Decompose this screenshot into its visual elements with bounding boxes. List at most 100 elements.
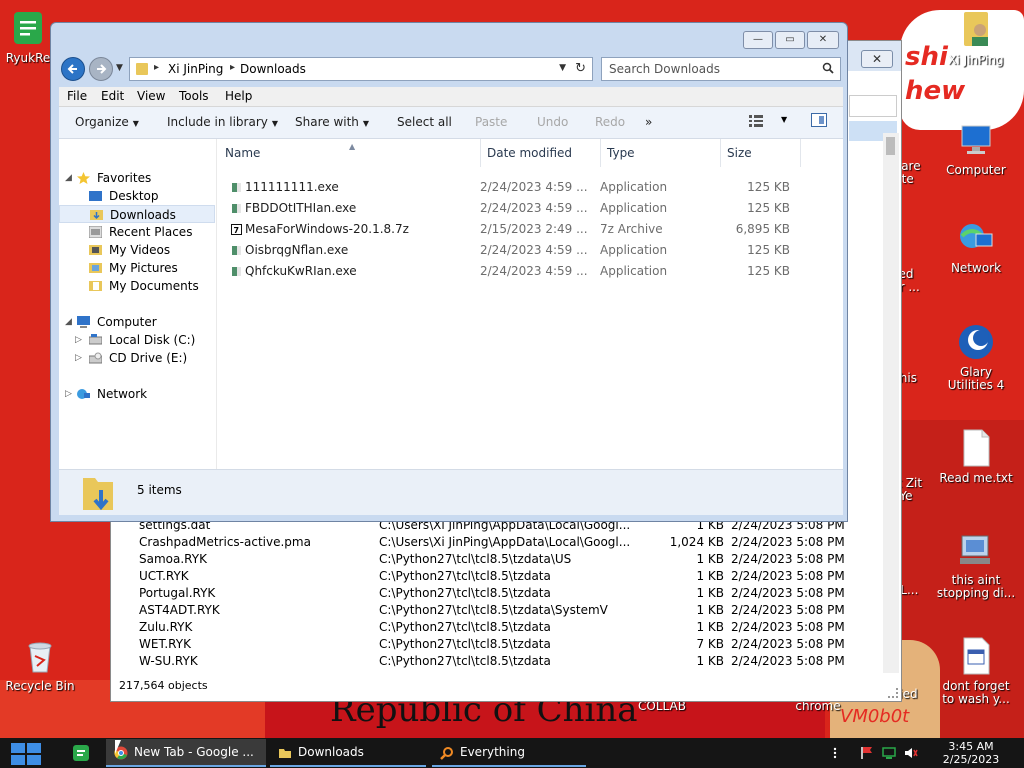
refresh-icon[interactable]: ↻ bbox=[575, 61, 586, 76]
nav-my-videos[interactable]: My Videos bbox=[59, 241, 215, 259]
nav-recent-places[interactable]: Recent Places bbox=[59, 223, 215, 241]
desktop-icon-ryukreadme[interactable]: RyukRe bbox=[0, 8, 56, 65]
menu-view[interactable]: View bbox=[137, 89, 165, 103]
nav-local-disk[interactable]: ▷ Local Disk (C:) bbox=[59, 331, 215, 349]
menu-edit[interactable]: Edit bbox=[101, 89, 124, 103]
desktop-icon-this-aint-stopping[interactable]: this aint stopping di... bbox=[936, 530, 1016, 600]
minimize-button[interactable]: — bbox=[743, 31, 773, 49]
address-bar[interactable]: ▸ Xi JinPing ▸ Downloads ▼ ↻ bbox=[129, 57, 593, 81]
select-all-button[interactable]: Select all bbox=[397, 115, 452, 129]
taskbar-item-everything[interactable]: Everything bbox=[432, 739, 586, 767]
view-options-dropdown[interactable]: ▼ bbox=[781, 115, 787, 124]
file-row[interactable]: OisbrqgNflan.exe 2/24/2023 4:59 ... Applic… bbox=[225, 240, 795, 261]
include-in-library-button[interactable]: Include in library ▼ bbox=[167, 115, 278, 129]
file-row[interactable]: 7 MesaForWindows-20.1.8.7z 2/15/2023 2:49 … bbox=[225, 219, 795, 240]
search-input[interactable]: Search Downloads bbox=[601, 57, 841, 81]
more-commands-button[interactable]: » bbox=[645, 115, 652, 129]
expand-arrow-icon[interactable]: ▷ bbox=[75, 349, 82, 367]
result-name: AST4ADT.RYK bbox=[139, 603, 220, 617]
expand-arrow-icon[interactable]: ▷ bbox=[65, 385, 72, 403]
result-row[interactable]: WET.RYK C:\Python27\tcl\tcl8.5\tzdata 7 KB… bbox=[119, 636, 879, 653]
everything-close-button[interactable]: ✕ bbox=[861, 50, 893, 68]
desktop-icon-read-me[interactable]: Read me.txt bbox=[936, 428, 1016, 485]
desktop-icon-glary-utilities[interactable]: Glary Utilities 4 bbox=[936, 322, 1016, 392]
nav-computer[interactable]: ◢ Computer bbox=[59, 313, 215, 331]
menu-file[interactable]: File bbox=[67, 89, 87, 103]
file-row[interactable]: QhfckuKwRIan.exe 2/24/2023 4:59 ... Applic… bbox=[225, 261, 795, 282]
taskbar-item-downloads[interactable]: Downloads bbox=[270, 739, 426, 767]
nav-my-documents[interactable]: My Documents bbox=[59, 277, 215, 295]
organize-button[interactable]: Organize ▼ bbox=[75, 115, 139, 129]
result-row[interactable]: AST4ADT.RYK C:\Python27\tcl\tcl8.5\tzdata… bbox=[119, 602, 879, 619]
explorer-window[interactable]: — ▭ ✕ ▼ ▸ Xi JinPing ▸ Downloads ▼ ↻ Sea… bbox=[50, 22, 848, 522]
redo-button[interactable]: Redo bbox=[595, 115, 625, 129]
everything-status-count: 217,564 objects bbox=[119, 679, 208, 692]
collapse-arrow-icon[interactable]: ◢ bbox=[65, 313, 72, 331]
result-row[interactable]: Portugal.RYK C:\Python27\tcl\tcl8.5\tzdat… bbox=[119, 585, 879, 602]
breadcrumb-downloads[interactable]: Downloads bbox=[240, 62, 306, 76]
file-row[interactable]: FBDDOtITHIan.exe 2/24/2023 4:59 ... Applic… bbox=[225, 198, 795, 219]
column-header-date-modified[interactable]: Date modified bbox=[481, 139, 601, 167]
preview-pane-icon[interactable] bbox=[811, 113, 827, 127]
result-path: C:\Python27\tcl\tcl8.5\tzdata\SystemV bbox=[379, 603, 608, 617]
close-button[interactable]: ✕ bbox=[807, 31, 839, 49]
network-status-icon[interactable] bbox=[882, 746, 896, 760]
volume-muted-icon[interactable] bbox=[904, 746, 918, 760]
start-button[interactable] bbox=[8, 742, 44, 766]
column-header-type[interactable]: Type bbox=[601, 139, 721, 167]
system-clock[interactable]: 3:45 AM 2/25/2023 bbox=[936, 740, 1006, 766]
desktop-icon-network[interactable]: Network bbox=[936, 218, 1016, 275]
nav-my-pictures[interactable]: My Pictures bbox=[59, 259, 215, 277]
scrollbar-thumb[interactable] bbox=[886, 137, 895, 155]
taskbar-item-chrome[interactable]: New Tab - Google ... bbox=[106, 739, 266, 767]
action-center-flag-icon[interactable] bbox=[860, 746, 874, 760]
share-with-button[interactable]: Share with ▼ bbox=[295, 115, 369, 129]
search-icon bbox=[440, 747, 453, 760]
resize-grip[interactable] bbox=[888, 688, 898, 698]
undo-button[interactable]: Undo bbox=[537, 115, 568, 129]
nav-cd-drive[interactable]: ▷ CD Drive (E:) bbox=[59, 349, 215, 367]
result-row[interactable]: CrashpadMetrics-active.pma C:\Users\Xi Ji… bbox=[119, 534, 879, 551]
breadcrumb-user[interactable]: Xi JinPing bbox=[168, 62, 223, 76]
file-size: 125 KB bbox=[747, 201, 790, 215]
pinned-app-icon[interactable] bbox=[68, 740, 94, 766]
back-button[interactable] bbox=[61, 57, 85, 81]
nav-network[interactable]: ▷ Network bbox=[59, 385, 215, 403]
desktop-icon-xijinping[interactable]: Xi JinPing bbox=[936, 10, 1016, 67]
folder-icon bbox=[279, 749, 291, 758]
desktop-icon-dont-forget[interactable]: dont forget to wash y... bbox=[936, 636, 1016, 706]
result-row[interactable]: Samoa.RYK C:\Python27\tcl\tcl8.5\tzdata\U… bbox=[119, 551, 879, 568]
result-row[interactable]: W-SU.RYK C:\Python27\tcl\tcl8.5\tzdata 1 K… bbox=[119, 653, 879, 670]
chevron-right-icon[interactable]: ▸ bbox=[230, 62, 235, 73]
recent-pages-dropdown[interactable]: ▼ bbox=[116, 63, 123, 73]
file-date-modified: 2/24/2023 4:59 ... bbox=[480, 201, 588, 215]
nav-downloads[interactable]: Downloads bbox=[59, 205, 215, 223]
desktop-icon-computer[interactable]: Computer bbox=[936, 120, 1016, 177]
maximize-button[interactable]: ▭ bbox=[775, 31, 805, 49]
forward-button[interactable] bbox=[89, 57, 113, 81]
change-view-icon[interactable] bbox=[749, 115, 763, 127]
caret-down-icon: ▼ bbox=[271, 119, 279, 128]
show-hidden-icons-icon[interactable] bbox=[828, 746, 842, 760]
search-icon[interactable] bbox=[822, 62, 834, 74]
collapse-arrow-icon[interactable]: ◢ bbox=[65, 169, 72, 187]
column-header-name[interactable]: Name ▲ bbox=[219, 139, 481, 167]
arrow-right-icon bbox=[97, 64, 107, 74]
file-row[interactable]: 111111111.exe 2/24/2023 4:59 ... Applicati… bbox=[225, 177, 795, 198]
result-row[interactable]: Zulu.RYK C:\Python27\tcl\tcl8.5\tzdata 1 K… bbox=[119, 619, 879, 636]
chevron-down-icon[interactable]: ▼ bbox=[559, 63, 566, 73]
menu-help[interactable]: Help bbox=[225, 89, 252, 103]
everything-search-input[interactable] bbox=[849, 95, 897, 117]
paste-button[interactable]: Paste bbox=[475, 115, 507, 129]
result-row[interactable]: UCT.RYK C:\Python27\tcl\tcl8.5\tzdata 1 KB… bbox=[119, 568, 879, 585]
file-size: 6,895 KB bbox=[735, 222, 790, 236]
desktop-icon-recycle-bin[interactable]: Recycle Bin bbox=[0, 636, 80, 693]
expand-arrow-icon[interactable]: ▷ bbox=[75, 331, 82, 349]
column-header-size[interactable]: Size bbox=[721, 139, 801, 167]
nav-desktop[interactable]: Desktop bbox=[59, 187, 215, 205]
everything-scrollbar[interactable] bbox=[883, 133, 899, 673]
file-date-modified: 2/24/2023 4:59 ... bbox=[480, 180, 588, 194]
menu-tools[interactable]: Tools bbox=[179, 89, 209, 103]
chevron-right-icon[interactable]: ▸ bbox=[154, 62, 159, 73]
nav-favorites[interactable]: ◢ Favorites bbox=[59, 169, 215, 187]
